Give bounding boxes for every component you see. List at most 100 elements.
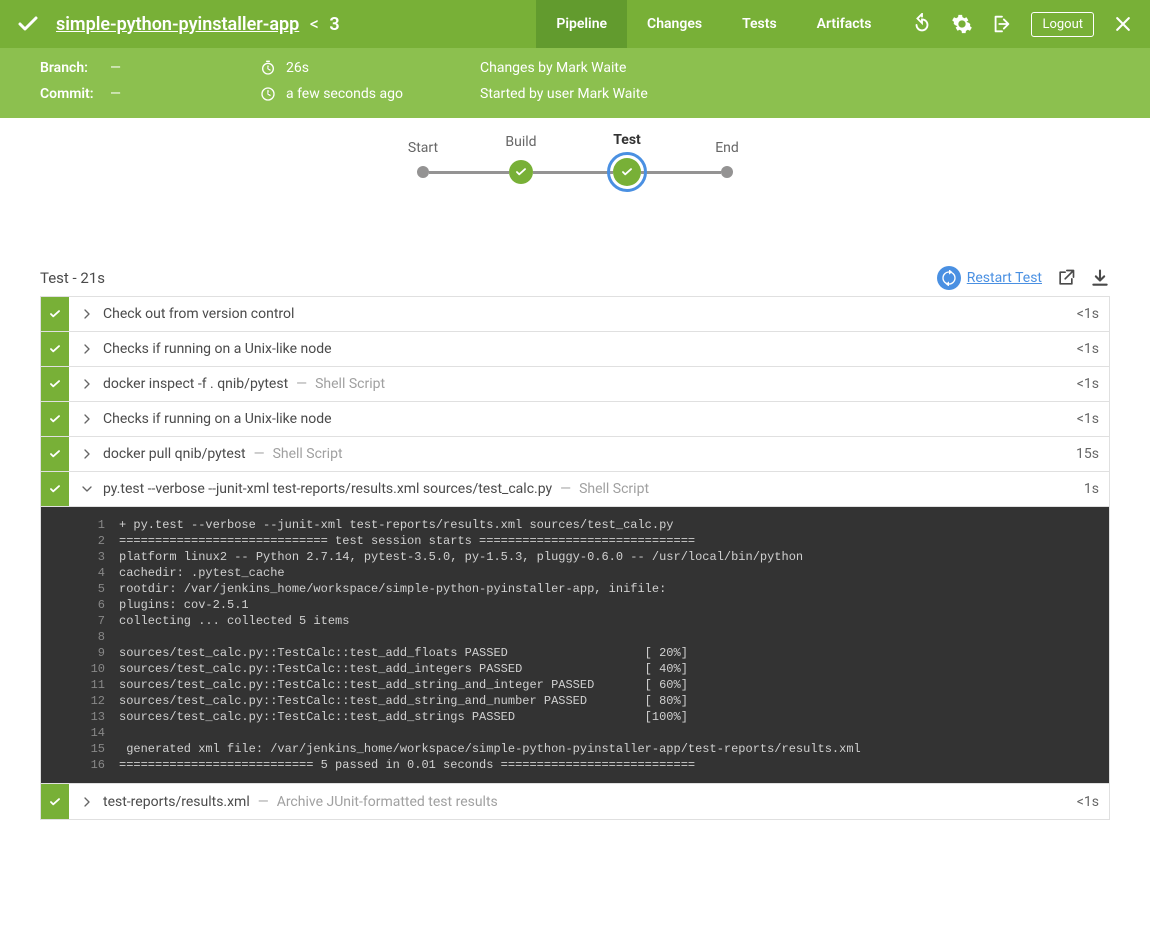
step-check-icon xyxy=(48,377,62,391)
stage-node-dot xyxy=(417,166,429,178)
console-line-number: 9 xyxy=(69,645,119,661)
changes-by: Changes by Mark Waite xyxy=(480,60,626,76)
step-title: py.test --verbose --junit-xml test-repor… xyxy=(103,481,552,497)
step-row: docker inspect -f . qnib/pytest—Shell Sc… xyxy=(41,367,1109,402)
stage-connector xyxy=(641,171,721,174)
step-annotation: Archive JUnit-formatted test results xyxy=(277,794,498,810)
console-line: generated xml file: /var/jenkins_home/wo… xyxy=(119,741,884,757)
chevron-down-icon xyxy=(79,481,95,497)
step-duration: 1s xyxy=(1084,481,1099,497)
console-line-number: 5 xyxy=(69,581,119,597)
console-line: platform linux2 -- Python 2.7.14, pytest… xyxy=(119,549,884,565)
console-line-number: 12 xyxy=(69,693,119,709)
stage-node-check xyxy=(613,158,641,186)
step-check-icon xyxy=(48,447,62,461)
exit-icon[interactable] xyxy=(991,13,1013,35)
step-check-icon xyxy=(48,412,62,426)
console-line-number: 1 xyxy=(69,517,119,533)
chevron-right-icon xyxy=(79,306,95,322)
commit-value: — xyxy=(110,86,121,102)
console-line-number: 13 xyxy=(69,709,119,725)
step-status xyxy=(41,472,69,506)
restart-icon xyxy=(937,266,961,290)
step-body[interactable]: docker inspect -f . qnib/pytest—Shell Sc… xyxy=(69,367,1109,401)
open-external-icon[interactable] xyxy=(1056,268,1076,288)
console-line: sources/test_calc.py::TestCalc::test_add… xyxy=(119,645,884,661)
step-duration: 15s xyxy=(1076,446,1099,462)
console-line: + py.test --verbose --junit-xml test-rep… xyxy=(119,517,884,533)
step-title: Checks if running on a Unix-like node xyxy=(103,411,332,427)
step-duration: <1s xyxy=(1077,306,1099,322)
step-duration: <1s xyxy=(1077,341,1099,357)
breadcrumb-run-number: 3 xyxy=(329,14,339,35)
tabs: PipelineChangesTestsArtifacts xyxy=(536,0,891,48)
stage-end[interactable]: End xyxy=(721,166,733,178)
console-line: rootdir: /var/jenkins_home/workspace/sim… xyxy=(119,581,884,597)
console-line-number: 11 xyxy=(69,677,119,693)
chevron-right-icon xyxy=(79,376,95,392)
console-line: plugins: cov-2.5.1 xyxy=(119,597,884,613)
tab-tests[interactable]: Tests xyxy=(722,0,797,48)
console-line-number: 15 xyxy=(69,741,119,757)
step-body[interactable]: docker pull qnib/pytest—Shell Script15s xyxy=(69,437,1109,471)
stopwatch-icon xyxy=(260,60,276,76)
console-line-number: 4 xyxy=(69,565,119,581)
step-body[interactable]: Checks if running on a Unix-like node <1s xyxy=(69,402,1109,436)
step-status xyxy=(41,402,69,436)
console-line: =========================== 5 passed in … xyxy=(119,757,884,773)
step-duration: <1s xyxy=(1077,794,1099,810)
console-line-number: 14 xyxy=(69,725,119,741)
header-info: Branch:— Commit:— 26s a few seconds ago … xyxy=(0,48,1150,118)
breadcrumb-project-link[interactable]: simple-python-pyinstaller-app xyxy=(56,14,299,35)
logout-button[interactable]: Logout xyxy=(1031,12,1094,37)
step-body[interactable]: Checks if running on a Unix-like node<1s xyxy=(69,332,1109,366)
step-console-row: 1+ py.test --verbose --junit-xml test-re… xyxy=(41,507,1109,784)
step-check-icon xyxy=(48,795,62,809)
stage-node-check xyxy=(509,160,533,184)
tab-changes[interactable]: Changes xyxy=(627,0,722,48)
console-line: collecting ... collected 5 items xyxy=(119,613,884,629)
step-body[interactable]: test-reports/results.xml—Archive JUnit-f… xyxy=(69,784,1109,819)
gear-icon[interactable] xyxy=(951,13,973,35)
started-by: Started by user Mark Waite xyxy=(480,86,648,102)
when-value: a few seconds ago xyxy=(286,86,403,102)
rerun-icon[interactable] xyxy=(911,13,933,35)
chevron-right-icon xyxy=(79,446,95,462)
download-icon[interactable] xyxy=(1090,268,1110,288)
step-body[interactable]: Check out from version control<1s xyxy=(69,297,1109,331)
step-duration: <1s xyxy=(1077,376,1099,392)
step-check-icon xyxy=(48,342,62,356)
stage-build[interactable]: Build xyxy=(509,160,533,184)
step-body[interactable]: py.test --verbose --junit-xml test-repor… xyxy=(69,472,1109,506)
step-check-icon xyxy=(48,482,62,496)
step-status xyxy=(41,332,69,366)
pipeline-graph: Start Build Test End xyxy=(0,118,1150,266)
steps-list: Check out from version control<1s Checks … xyxy=(40,296,1110,820)
duration-value: 26s xyxy=(286,60,309,76)
step-annotation: Shell Script xyxy=(273,446,343,462)
console-line-number: 3 xyxy=(69,549,119,565)
stage-node-dot xyxy=(721,166,733,178)
step-annotation: Shell Script xyxy=(579,481,649,497)
stage-start[interactable]: Start xyxy=(417,166,429,178)
restart-test-link[interactable]: Restart Test xyxy=(937,266,1042,290)
step-status xyxy=(41,784,69,819)
stage-label: End xyxy=(715,140,739,156)
console-output: 1+ py.test --verbose --junit-xml test-re… xyxy=(69,507,1109,783)
stage-label: Test xyxy=(613,132,641,148)
stage-connector xyxy=(429,171,509,174)
tab-artifacts[interactable]: Artifacts xyxy=(797,0,892,48)
step-status xyxy=(41,367,69,401)
header: simple-python-pyinstaller-app < 3 Pipeli… xyxy=(0,0,1150,118)
step-duration: <1s xyxy=(1077,411,1099,427)
step-row: Check out from version control<1s xyxy=(41,297,1109,332)
console-line-number: 7 xyxy=(69,613,119,629)
tab-pipeline[interactable]: Pipeline xyxy=(536,0,627,48)
console-line xyxy=(119,725,884,741)
close-icon[interactable] xyxy=(1112,13,1134,35)
console-line xyxy=(119,629,884,645)
step-row: docker pull qnib/pytest—Shell Script15s xyxy=(41,437,1109,472)
section-header: Test - 21s Restart Test xyxy=(40,266,1110,290)
stage-test[interactable]: Test xyxy=(613,158,641,186)
step-title: test-reports/results.xml xyxy=(103,794,250,810)
